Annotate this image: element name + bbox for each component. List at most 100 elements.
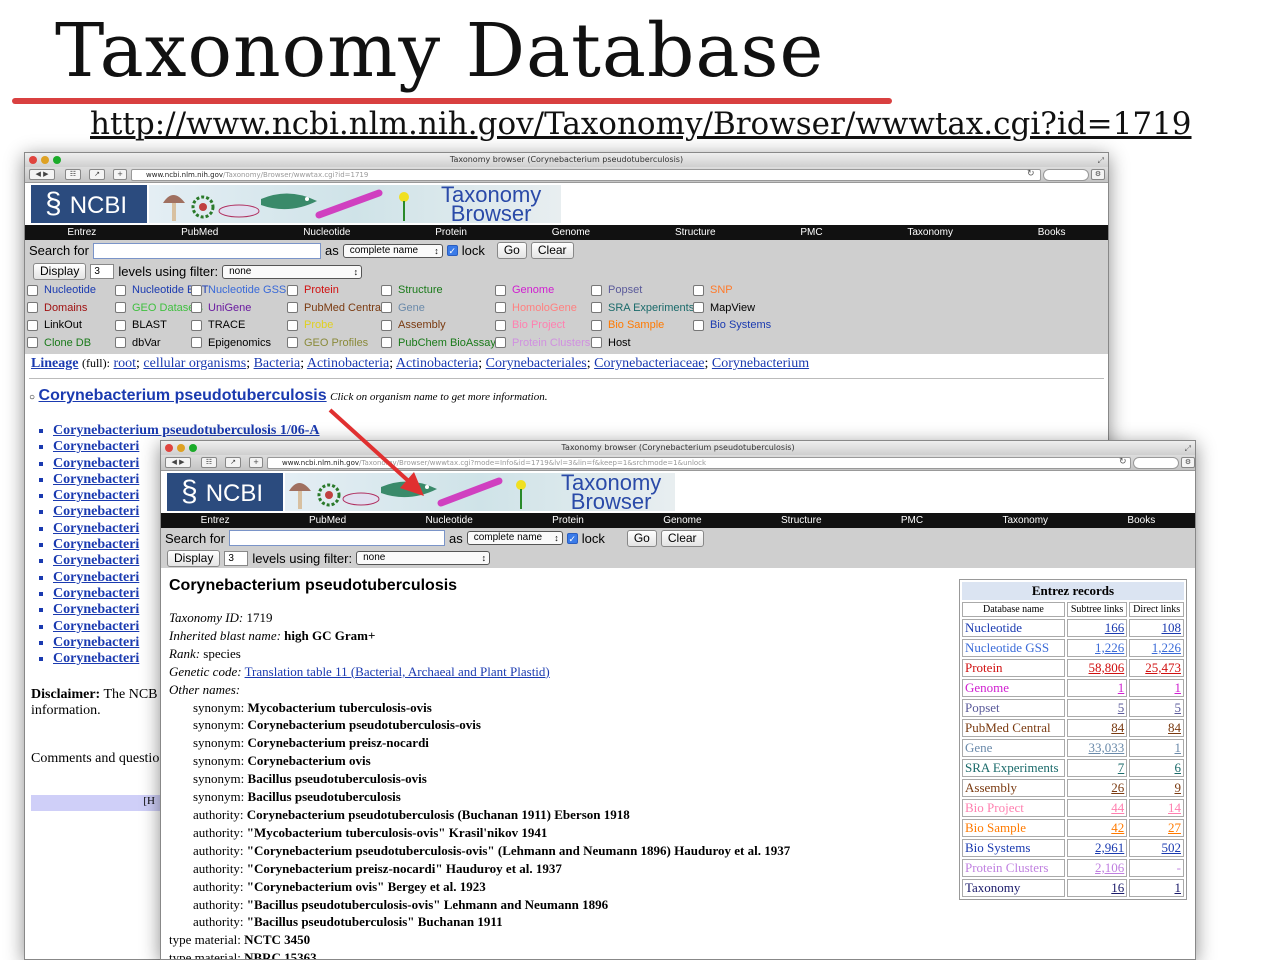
subtree-links-count[interactable]: 5 bbox=[1066, 699, 1128, 717]
database-name-link[interactable]: Nucleotide GSS bbox=[962, 639, 1065, 657]
strain-link[interactable]: Corynebacterium pseudotuberculosis 1/06-… bbox=[53, 423, 320, 439]
database-name-link[interactable]: Bio Systems bbox=[962, 839, 1065, 857]
subtree-links-count[interactable]: 58,806 bbox=[1066, 659, 1128, 677]
nav-item-genome[interactable]: Genome bbox=[663, 515, 701, 526]
filter-checkbox[interactable] bbox=[591, 284, 602, 296]
filter-item[interactable]: SNP bbox=[693, 284, 733, 296]
direct-links-count[interactable]: 108 bbox=[1129, 619, 1184, 637]
filter-checkbox[interactable] bbox=[495, 337, 506, 348]
filter-item[interactable]: SRA Experiments bbox=[591, 302, 694, 314]
direct-links-count[interactable]: 9 bbox=[1129, 779, 1184, 797]
direct-links-count[interactable]: 1 bbox=[1129, 879, 1184, 897]
subtree-links-count[interactable]: 1 bbox=[1066, 679, 1128, 697]
direct-links-count[interactable]: 84 bbox=[1129, 719, 1184, 737]
search-input[interactable] bbox=[92, 242, 321, 259]
filter-item[interactable]: Nucleotide bbox=[27, 284, 96, 296]
subtree-links-count[interactable]: 7 bbox=[1066, 759, 1128, 777]
filter-checkbox[interactable] bbox=[693, 284, 704, 296]
direct-links-count[interactable]: 5 bbox=[1129, 699, 1184, 717]
database-name-link[interactable]: Protein bbox=[962, 659, 1065, 677]
filter-item[interactable]: dbVar bbox=[115, 337, 161, 349]
filter-checkbox[interactable] bbox=[191, 284, 202, 296]
reload-icon[interactable]: ↻ bbox=[1027, 168, 1035, 179]
filter-item[interactable]: Bio Project bbox=[495, 319, 565, 331]
filter-item[interactable]: PubMed Central bbox=[287, 302, 384, 314]
name-type-select[interactable]: complete name bbox=[342, 243, 443, 258]
direct-links-count[interactable]: 1 bbox=[1129, 679, 1184, 697]
nav-item-entrez[interactable]: Entrez bbox=[201, 515, 230, 526]
filter-item[interactable]: Bio Systems bbox=[693, 319, 771, 331]
nav-item-pmc[interactable]: PMC bbox=[901, 515, 923, 526]
database-name-link[interactable]: Protein Clusters bbox=[962, 859, 1065, 877]
fullscreen-icon[interactable]: ⤢ bbox=[1185, 442, 1191, 456]
filter-checkbox[interactable] bbox=[381, 302, 392, 313]
filter-checkbox[interactable] bbox=[115, 337, 126, 348]
filter-checkbox[interactable] bbox=[27, 337, 38, 348]
add-bookmark-icon[interactable]: + bbox=[113, 169, 127, 180]
reading-list-icon[interactable]: ☷ bbox=[201, 457, 217, 468]
filter-checkbox[interactable] bbox=[27, 302, 38, 313]
filter-item[interactable]: Protein bbox=[287, 284, 339, 296]
filter-select[interactable]: none bbox=[356, 551, 491, 565]
nav-item-genome[interactable]: Genome bbox=[552, 227, 590, 238]
filter-item[interactable]: Epigenomics bbox=[191, 337, 271, 349]
filter-item[interactable]: GEO Profiles bbox=[287, 337, 368, 349]
filter-item[interactable]: Domains bbox=[27, 302, 87, 314]
lineage-link[interactable]: Actinobacteria bbox=[307, 356, 389, 371]
share-icon[interactable]: ↗ bbox=[225, 457, 241, 468]
filter-checkbox[interactable] bbox=[287, 337, 298, 348]
subtree-links-count[interactable]: 26 bbox=[1066, 779, 1128, 797]
settings-icon[interactable]: ⚙ bbox=[1181, 457, 1195, 468]
clear-button[interactable]: Clear bbox=[660, 529, 704, 547]
filter-item[interactable]: Genome bbox=[495, 284, 554, 296]
subtree-links-count[interactable]: 42 bbox=[1066, 819, 1128, 837]
subtree-links-count[interactable]: 16 bbox=[1066, 879, 1128, 897]
subtree-links-count[interactable]: 33,033 bbox=[1066, 739, 1128, 757]
filter-checkbox[interactable] bbox=[591, 319, 602, 331]
go-button[interactable]: Go bbox=[626, 529, 657, 547]
filter-checkbox[interactable] bbox=[495, 302, 506, 313]
nav-item-structure[interactable]: Structure bbox=[781, 515, 822, 526]
direct-links-count[interactable]: 25,473 bbox=[1129, 659, 1184, 677]
direct-links-count[interactable]: 1 bbox=[1129, 739, 1184, 757]
nav-item-pubmed[interactable]: PubMed bbox=[309, 515, 346, 526]
lineage-link[interactable]: Corynebacteriaceae bbox=[594, 356, 704, 371]
filter-item[interactable]: Clone DB bbox=[27, 337, 91, 349]
subtree-links-count[interactable]: 2,961 bbox=[1066, 839, 1128, 857]
nav-item-protein[interactable]: Protein bbox=[552, 515, 584, 526]
database-name-link[interactable]: SRA Experiments bbox=[962, 759, 1065, 777]
filter-item[interactable]: BLAST bbox=[115, 319, 167, 331]
subtree-links-count[interactable]: 44 bbox=[1066, 799, 1128, 817]
slide-url[interactable]: http://www.ncbi.nlm.nih.gov/Taxonomy/Bro… bbox=[90, 106, 1192, 142]
filter-checkbox[interactable] bbox=[381, 319, 392, 331]
filter-item[interactable]: Probe bbox=[287, 319, 333, 331]
reading-list-icon[interactable]: ☷ bbox=[65, 169, 81, 180]
go-button[interactable]: Go bbox=[496, 242, 527, 259]
display-button[interactable]: Display bbox=[33, 263, 87, 280]
database-name-link[interactable]: PubMed Central bbox=[962, 719, 1065, 737]
database-name-link[interactable]: Gene bbox=[962, 739, 1065, 757]
nav-item-nucleotide[interactable]: Nucleotide bbox=[303, 227, 350, 238]
filter-checkbox[interactable] bbox=[381, 337, 392, 348]
filter-select[interactable]: none bbox=[222, 264, 363, 279]
direct-links-count[interactable]: 502 bbox=[1129, 839, 1184, 857]
filter-item[interactable]: Bio Sample bbox=[591, 319, 664, 331]
address-bar[interactable]: www.ncbi.nlm.nih.gov/Taxonomy/Browser/ww… bbox=[131, 169, 1041, 181]
name-type-select[interactable]: complete name bbox=[466, 531, 563, 545]
filter-item[interactable]: Popset bbox=[591, 284, 642, 296]
filter-item[interactable]: Protein Clusters bbox=[495, 337, 590, 349]
filter-checkbox[interactable] bbox=[191, 337, 202, 348]
filter-checkbox[interactable] bbox=[495, 319, 506, 331]
back-forward-button[interactable]: ◀ ▶ bbox=[165, 457, 191, 468]
filter-item[interactable]: Assembly bbox=[381, 319, 446, 331]
filter-item[interactable]: Structure bbox=[381, 284, 443, 296]
direct-links-count[interactable]: 1,226 bbox=[1129, 639, 1184, 657]
browser-search-box[interactable] bbox=[1043, 169, 1089, 181]
lineage-link[interactable]: Corynebacteriales bbox=[486, 356, 587, 371]
filter-item[interactable]: LinkOut bbox=[27, 319, 82, 331]
nav-item-pubmed[interactable]: PubMed bbox=[181, 227, 218, 238]
nav-item-taxonomy[interactable]: Taxonomy bbox=[1002, 515, 1048, 526]
back-forward-button[interactable]: ◀ ▶ bbox=[29, 169, 55, 180]
subtree-links-count[interactable]: 1,226 bbox=[1066, 639, 1128, 657]
direct-links-count[interactable]: 14 bbox=[1129, 799, 1184, 817]
